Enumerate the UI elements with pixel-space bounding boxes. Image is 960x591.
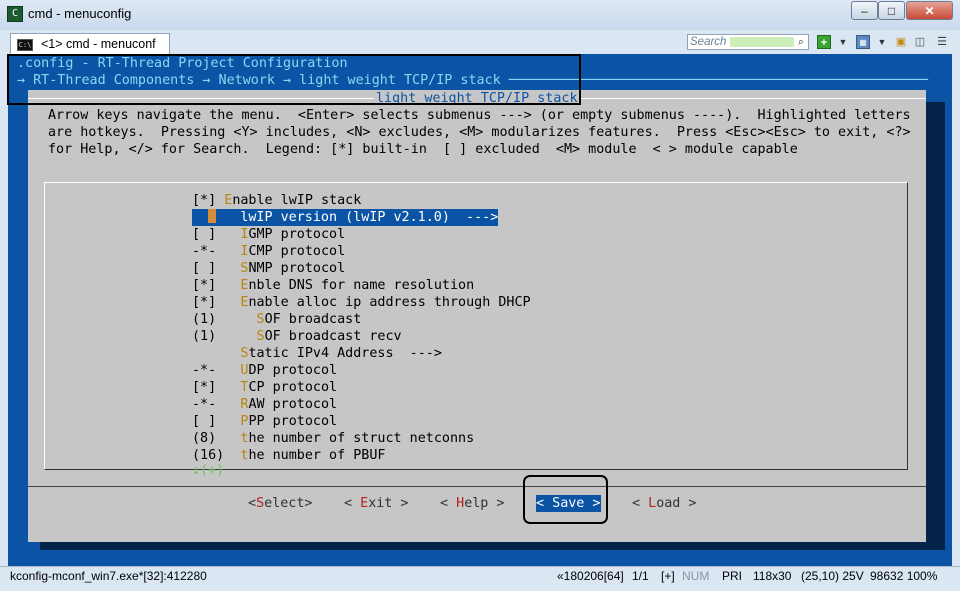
- select-button[interactable]: <Select>: [248, 495, 313, 512]
- lock-icon[interactable]: ▣: [894, 35, 908, 49]
- exit-button[interactable]: < Exit >: [344, 495, 409, 512]
- menu-item-enable-lwip[interactable]: [*] Enable lwIP stack: [192, 192, 361, 209]
- status-position: «180206[64]: [557, 569, 624, 583]
- button-divider: [28, 486, 926, 487]
- title-bar: C cmd - menuconfig – □ ✕: [0, 0, 960, 30]
- search-icon[interactable]: ⌕: [794, 35, 808, 49]
- search-box[interactable]: ⌕: [687, 34, 809, 50]
- hamburger-icon[interactable]: ☰: [935, 35, 949, 49]
- annotation-box-save: [523, 475, 608, 524]
- status-bar: kconfig-mconf_win7.exe*[32]:412280 «1802…: [0, 566, 960, 591]
- load-button[interactable]: < Load >: [632, 495, 697, 512]
- status-process: kconfig-mconf_win7.exe*[32]:412280: [10, 569, 207, 583]
- window-title: cmd - menuconfig: [28, 6, 132, 21]
- menu-item-raw[interactable]: -*- RAW protocol: [192, 396, 337, 413]
- menu-dialog: light weight TCP/IP stack Arrow keys nav…: [28, 90, 926, 542]
- panels-icon[interactable]: ◫: [913, 35, 927, 49]
- maximize-button[interactable]: □: [878, 1, 905, 20]
- status-pri: PRI: [722, 569, 743, 583]
- menu-item-sof-broadcast-recv[interactable]: (1) SOF broadcast recv: [192, 328, 402, 345]
- menu-item-igmp[interactable]: [ ] IGMP protocol: [192, 226, 345, 243]
- text-cursor: [208, 209, 217, 223]
- minimize-button[interactable]: –: [851, 1, 878, 20]
- console-app-icon: C: [7, 6, 23, 22]
- help-text-line: Arrow keys navigate the menu. <Enter> se…: [48, 108, 911, 123]
- view-icon[interactable]: ▦: [856, 35, 870, 49]
- menu-item-udp[interactable]: -*- UDP protocol: [192, 362, 337, 379]
- chevron-down-icon[interactable]: ▼: [836, 35, 850, 49]
- tab-bar: C:\ <1> cmd - menuconf: [0, 30, 960, 54]
- tab-label: <1> cmd - menuconf: [41, 37, 156, 51]
- menu-item-lwip-version[interactable]: lwIP version (lwIP v2.1.0) --->: [192, 209, 499, 226]
- menu-item-icmp[interactable]: -*- ICMP protocol: [192, 243, 345, 260]
- menu-item-dhcp[interactable]: [*] Enable alloc ip address through DHCP: [192, 294, 531, 311]
- status-plus: [+]: [661, 569, 675, 583]
- menu-item-tcp[interactable]: [*] TCP protocol: [192, 379, 337, 396]
- menu-item-static-ipv4[interactable]: Static IPv4 Address --->: [192, 345, 442, 362]
- menu-item-dns[interactable]: [*] Enble DNS for name resolution: [192, 277, 474, 294]
- close-button[interactable]: ✕: [906, 1, 953, 20]
- status-page: 1/1: [632, 569, 649, 583]
- status-num: NUM: [682, 569, 710, 583]
- status-cursor: (25,10) 25V: [801, 569, 864, 583]
- console-tab-icon: C:\: [17, 39, 33, 51]
- menu-item-snmp[interactable]: [ ] SNMP protocol: [192, 260, 345, 277]
- menu-item-netconns[interactable]: (8) the number of struct netconns: [192, 430, 474, 447]
- console-area[interactable]: .config - RT-Thread Project Configuratio…: [8, 54, 952, 566]
- console-tab[interactable]: C:\ <1> cmd - menuconf: [10, 33, 170, 54]
- plus-icon[interactable]: +: [817, 35, 831, 49]
- annotation-box-header: [7, 54, 581, 105]
- help-text-line: are hotkeys. Pressing <Y> includes, <N> …: [48, 125, 911, 140]
- menu-item-sof-broadcast[interactable]: (1) SOF broadcast: [192, 311, 361, 328]
- status-size: 118x30: [753, 569, 792, 583]
- search-input[interactable]: [688, 35, 792, 49]
- chevron-down-icon[interactable]: ▼: [875, 35, 889, 49]
- help-button[interactable]: < Help >: [440, 495, 505, 512]
- help-text-line: for Help, </> for Search. Legend: [*] bu…: [48, 142, 798, 157]
- more-items-indicator: ↓(+): [192, 463, 225, 478]
- status-memory: 98632 100%: [870, 569, 938, 583]
- menu-item-ppp[interactable]: [ ] PPP protocol: [192, 413, 337, 430]
